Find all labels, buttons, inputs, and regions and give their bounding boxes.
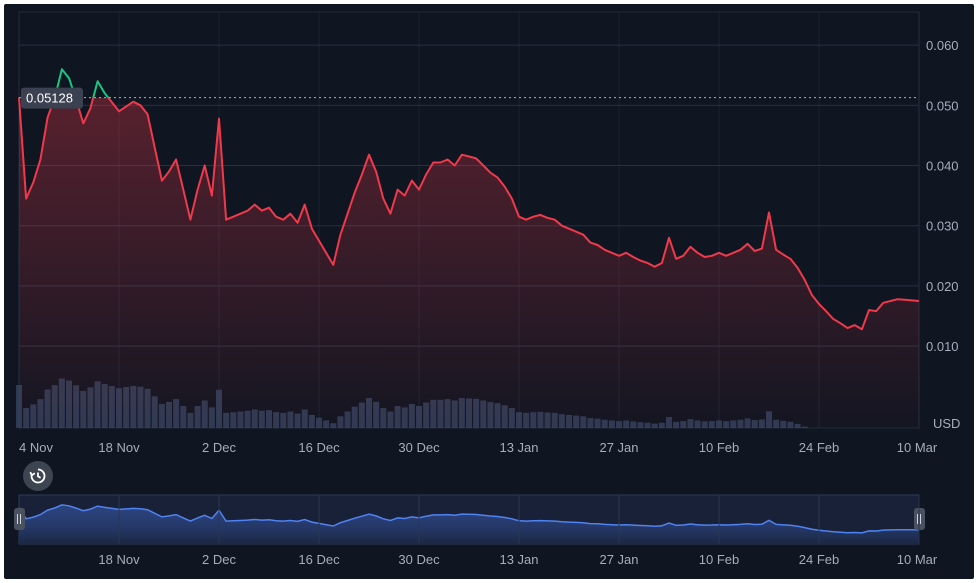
price-area <box>19 97 919 428</box>
reference-price-label: 0.05128 <box>26 91 73 106</box>
navigator-x-tick-label: 10 Feb <box>699 552 739 567</box>
range-navigator[interactable] <box>14 494 925 545</box>
y-tick-label: 0.010 <box>926 339 959 354</box>
y-tick-label: 0.040 <box>926 159 959 174</box>
navigator-x-tick-label: 27 Jan <box>599 552 638 567</box>
x-axis: 4 Nov 18 Nov 2 Dec 16 Dec 30 Dec 13 Jan 27 Jan… <box>19 440 938 455</box>
reference-price-badge: 0.05128 <box>21 87 83 109</box>
y-tick-label: 0.030 <box>926 219 959 234</box>
x-tick-label: 4 Nov <box>19 440 53 455</box>
x-tick-label: 10 Feb <box>699 440 739 455</box>
x-tick-label: 16 Dec <box>298 440 340 455</box>
y-tick-label: 0.020 <box>926 279 959 294</box>
x-tick-label: 30 Dec <box>398 440 440 455</box>
navigator-left-handle[interactable] <box>14 508 25 530</box>
chart-panel: 0.010 0.020 0.030 0.040 0.050 0.060 USD 4 Nov… <box>4 4 974 579</box>
x-tick-label: 2 Dec <box>202 440 236 455</box>
navigator-x-tick-label: 24 Feb <box>799 552 839 567</box>
reset-zoom-button[interactable] <box>23 461 53 491</box>
y-axis: 0.010 0.020 0.030 0.040 0.050 0.060 <box>926 38 959 354</box>
price-area-fill <box>19 97 919 428</box>
x-tick-label: 10 Mar <box>897 440 938 455</box>
navigator-x-tick-label: 18 Nov <box>98 552 140 567</box>
price-chart[interactable]: 0.010 0.020 0.030 0.040 0.050 0.060 USD 4 Nov… <box>4 4 974 579</box>
y-axis-unit-label: USD <box>933 416 960 431</box>
x-tick-label: 27 Jan <box>599 440 638 455</box>
y-tick-label: 0.060 <box>926 38 959 53</box>
navigator-x-tick-label: 10 Mar <box>897 552 938 567</box>
x-tick-label: 13 Jan <box>499 440 538 455</box>
history-icon <box>29 468 46 484</box>
navigator-x-tick-label: 30 Dec <box>398 552 440 567</box>
navigator-x-axis: 18 Nov 2 Dec 16 Dec 30 Dec 13 Jan 27 Jan 10 Fe… <box>98 552 937 567</box>
navigator-x-tick-label: 2 Dec <box>202 552 236 567</box>
navigator-x-tick-label: 16 Dec <box>298 552 340 567</box>
x-tick-label: 18 Nov <box>98 440 140 455</box>
navigator-x-tick-label: 13 Jan <box>499 552 538 567</box>
x-tick-label: 24 Feb <box>799 440 839 455</box>
y-tick-label: 0.050 <box>926 98 959 113</box>
